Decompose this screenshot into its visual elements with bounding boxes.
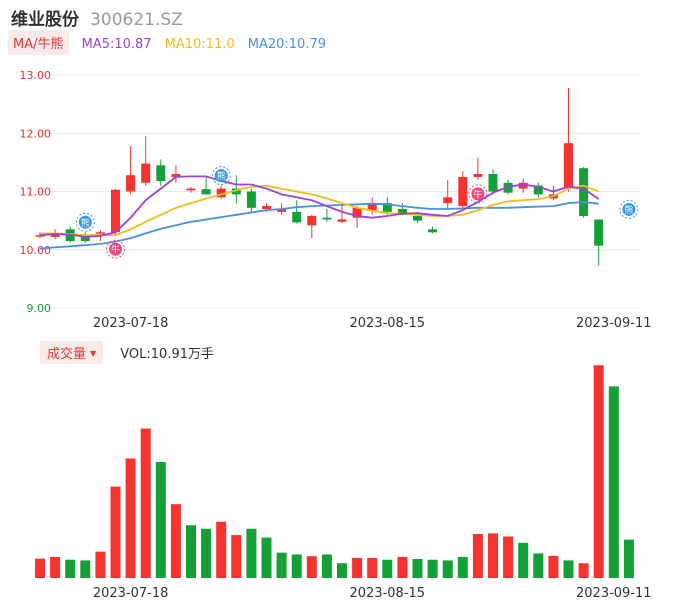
volume-bar: [382, 559, 393, 578]
candle-body: [413, 215, 422, 221]
volume-bar: [488, 533, 498, 578]
x-tick-label: 2023-07-18: [93, 316, 169, 331]
candle-body: [428, 229, 438, 233]
candle-body: [488, 174, 498, 192]
signal-label: 熊: [81, 217, 90, 229]
volume-bars: [35, 365, 634, 578]
candle-body: [201, 189, 211, 195]
volume-bar: [201, 528, 212, 578]
candle-body: [186, 188, 196, 191]
volume-bar: [140, 428, 151, 578]
volume-bar: [125, 458, 136, 578]
y-tick-label: 13.00: [20, 69, 52, 82]
volume-bar: [367, 557, 378, 578]
candle-body: [337, 219, 347, 222]
x-tick-label: 2023-07-18: [93, 586, 169, 601]
candle-body: [473, 174, 483, 177]
candle-body: [262, 206, 271, 209]
volume-bar: [608, 386, 619, 578]
volume-bar: [427, 559, 438, 578]
volume-bar: [261, 537, 272, 578]
volume-bar: [321, 554, 332, 578]
y-tick-label: 12.00: [20, 127, 52, 140]
volume-bar: [35, 558, 45, 578]
volume-bar: [65, 559, 76, 578]
x-tick-label: 2023-09-11: [576, 586, 652, 601]
volume-x-axis: 2023-07-18 2023-08-15 2023-09-11: [93, 586, 652, 601]
volume-bar: [578, 563, 589, 578]
candle-body: [579, 168, 589, 216]
volume-bar: [291, 554, 302, 578]
candle-body: [141, 163, 151, 183]
volume-bar: [276, 552, 287, 578]
volume-bar: [306, 556, 317, 578]
y-tick-label: 9.00: [27, 302, 52, 315]
signal-label: 熊: [217, 170, 226, 182]
y-tick-label: 10.00: [20, 244, 52, 257]
volume-bar: [472, 534, 483, 578]
signal-label: 熊: [624, 204, 633, 216]
volume-bar: [518, 542, 529, 578]
candle-body: [246, 191, 256, 208]
volume-bar: [170, 504, 181, 578]
candle-body: [292, 211, 302, 223]
volume-bar: [352, 557, 363, 578]
volume-bar: [442, 560, 453, 578]
volume-bar: [623, 539, 634, 578]
volume-bar: [186, 525, 196, 578]
x-tick-label: 2023-08-15: [350, 316, 426, 331]
candle-body: [443, 197, 453, 204]
signal-label: 牛: [111, 244, 120, 256]
price-x-axis: 2023-07-18 2023-08-15 2023-09-11: [93, 316, 652, 331]
volume-bar: [95, 551, 106, 578]
volume-bar: [412, 559, 423, 578]
volume-bar: [563, 560, 574, 578]
volume-bar: [548, 555, 559, 578]
candle-body: [307, 215, 317, 226]
volume-bar: [80, 560, 91, 578]
signal-label: 牛: [473, 188, 482, 200]
volume-bar: [397, 556, 408, 578]
moving-average-lines: [39, 175, 600, 250]
candle-body: [594, 219, 604, 246]
candle-body: [126, 175, 136, 192]
candle-body: [111, 189, 120, 233]
bear-signal-icon: 熊: [75, 212, 95, 232]
volume-bar: [110, 486, 121, 578]
x-tick-label: 2023-09-11: [576, 316, 652, 331]
bear-signal-icon: 熊: [619, 199, 639, 219]
volume-bar: [533, 553, 544, 578]
volume-bar: [155, 461, 166, 578]
ma10-line: [40, 184, 600, 237]
candle-body: [156, 165, 166, 182]
volume-bar: [231, 535, 242, 578]
candle-body: [564, 143, 573, 189]
candle-body: [458, 176, 468, 207]
volume-bar: [457, 556, 468, 578]
candlesticks: [35, 87, 604, 266]
volume-bar: [337, 563, 347, 578]
volume-bar: [503, 536, 514, 578]
bull-signal-icon: 牛: [468, 184, 488, 204]
volume-bar: [593, 365, 604, 578]
y-tick-label: 11.00: [20, 186, 52, 199]
candle-body: [95, 232, 105, 234]
candle-body: [322, 217, 332, 220]
x-tick-label: 2023-08-15: [350, 586, 426, 601]
price-y-axis: 13.00 12.00 11.00 10.00 9.00: [20, 69, 52, 315]
price-volume-chart[interactable]: 13.0012.0011.0010.009.00 熊牛熊牛熊 2023-07-1…: [0, 0, 686, 606]
volume-bar: [50, 556, 61, 578]
volume-bar: [246, 528, 257, 578]
volume-bar: [216, 521, 227, 578]
